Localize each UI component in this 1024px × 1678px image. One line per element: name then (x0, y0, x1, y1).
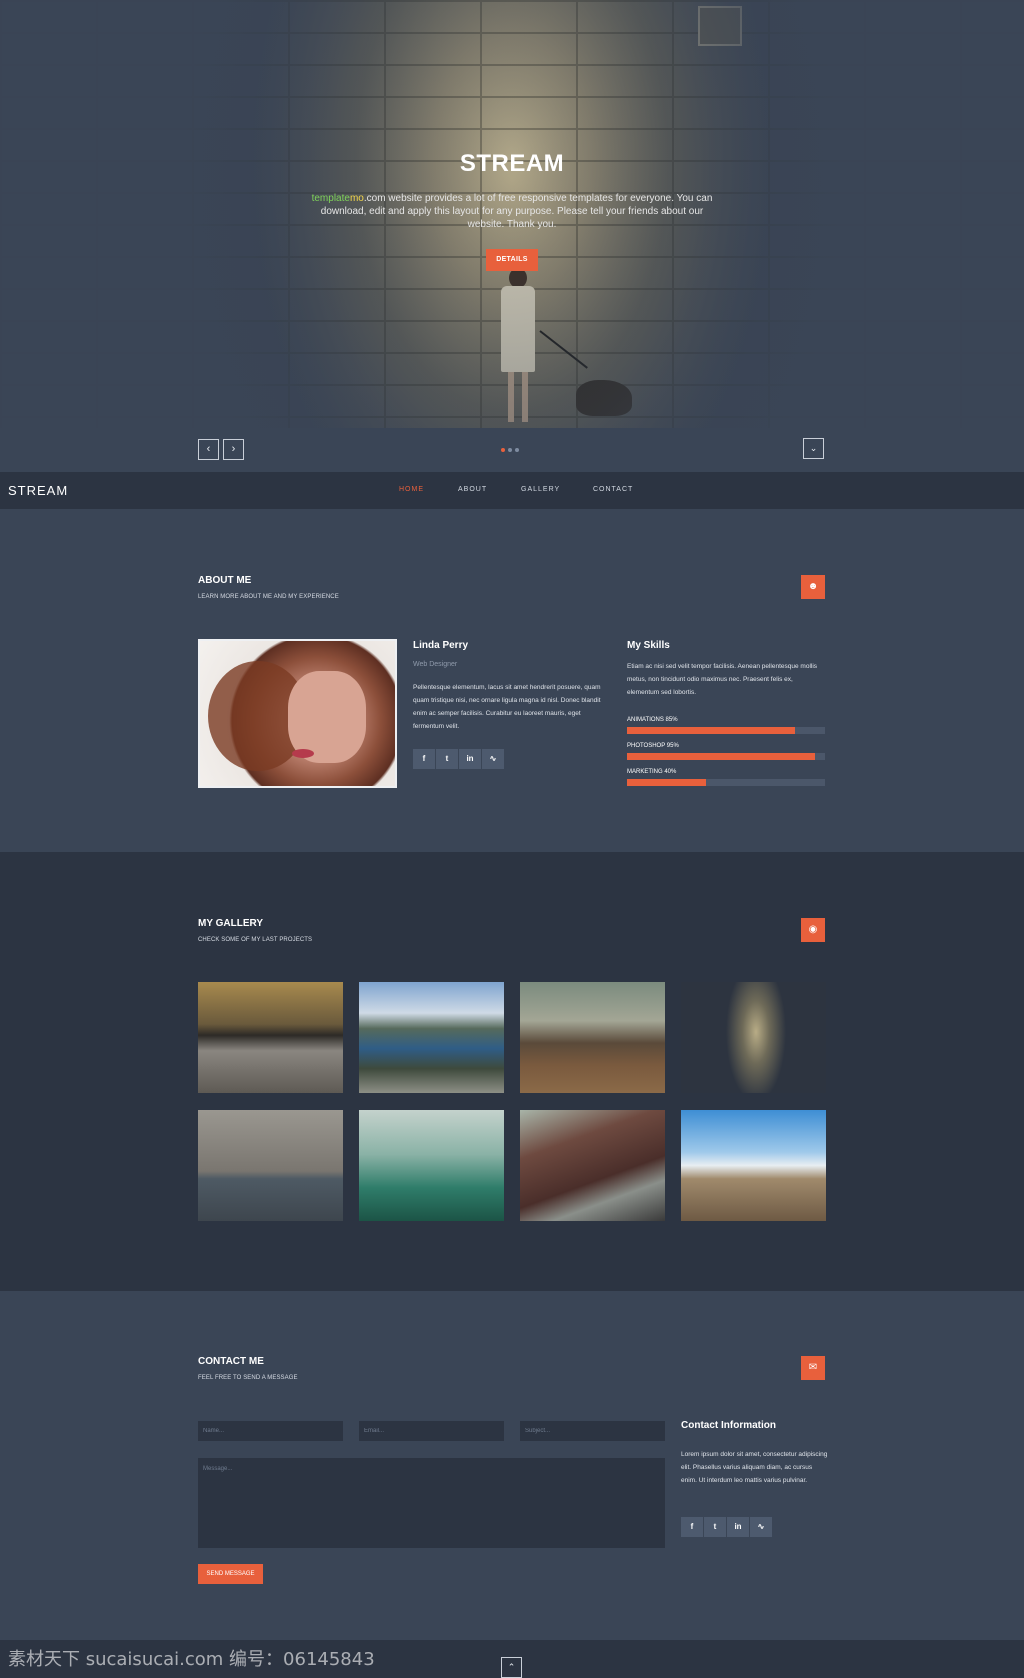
gallery-image-wooden-pier[interactable] (681, 1110, 826, 1221)
nav-item-about[interactable]: ABOUT (458, 486, 487, 493)
profile-photo (198, 639, 397, 788)
envelope-icon: ✉ (801, 1356, 825, 1380)
hero-content: STREAM templatemo.com website provides a… (300, 150, 724, 271)
gallery-section (0, 852, 1024, 1291)
slider-dot[interactable] (508, 448, 512, 452)
gallery-image-rocky-beach[interactable] (198, 982, 343, 1093)
camera-icon: ◉ (801, 918, 825, 942)
hero-text-rest: .com website provides a lot of free resp… (320, 193, 713, 230)
gallery-image-canoe-lake[interactable] (359, 1110, 504, 1221)
gallery-image-volcano-landscape[interactable] (520, 982, 665, 1093)
main-navbar: STREAM HOME ABOUT GALLERY CONTACT (0, 472, 1024, 509)
person-bio: Pellentesque elementum, lacus sit amet h… (413, 684, 601, 730)
chevron-down-icon: ⌄ (809, 443, 818, 453)
hero-text-template[interactable]: template (312, 193, 350, 204)
chevron-right-icon: › (231, 443, 236, 455)
linkedin-icon[interactable]: in (727, 1517, 749, 1537)
contact-info-text: Lorem ipsum dolor sit amet, consectetur … (681, 1451, 828, 1484)
slider-dot[interactable] (515, 448, 519, 452)
nav-item-contact[interactable]: CONTACT (593, 486, 633, 493)
gallery-image-woman-brick-wall[interactable] (681, 982, 826, 1093)
gallery-image-wooden-room[interactable] (198, 1110, 343, 1221)
hero-banner: STREAM templatemo.com website provides a… (0, 0, 1024, 428)
twitter-icon[interactable]: t (704, 1517, 726, 1537)
user-icon: ☻ (801, 575, 825, 599)
rss-icon[interactable]: ∿ (750, 1517, 772, 1537)
gallery-image-fjord-mountains[interactable] (359, 982, 504, 1093)
facebook-icon[interactable]: f (413, 749, 435, 769)
gallery-image-mountain-road[interactable] (520, 1110, 665, 1221)
slider-next-button[interactable]: › (223, 439, 244, 460)
about-subtitle: LEARN MORE ABOUT ME AND MY EXPERIENCE (198, 594, 339, 600)
skill-bar-animations (627, 727, 825, 734)
scroll-down-button[interactable]: ⌄ (803, 438, 824, 459)
contact-title: CONTACT ME (198, 1356, 264, 1367)
nav-item-home[interactable]: HOME (399, 486, 424, 493)
details-button[interactable]: DETAILS (486, 249, 538, 271)
about-social-links: f t in ∿ (413, 749, 504, 769)
slider-dot[interactable] (501, 448, 505, 452)
message-field[interactable] (198, 1458, 665, 1548)
name-field[interactable] (198, 1421, 343, 1441)
about-title: ABOUT ME (198, 575, 252, 586)
facebook-icon[interactable]: f (681, 1517, 703, 1537)
person-name: Linda Perry (413, 640, 469, 651)
twitter-icon[interactable]: t (436, 749, 458, 769)
watermark-text: 素材天下 sucaisucai.com 编号：06145843 (8, 1649, 375, 1670)
subject-field[interactable] (520, 1421, 665, 1441)
hero-text-mo[interactable]: mo (350, 193, 364, 204)
skill-label-animations: ANIMATIONS 85% (627, 717, 678, 723)
rss-icon[interactable]: ∿ (482, 749, 504, 769)
gallery-title: MY GALLERY (198, 918, 264, 929)
contact-social-links: f t in ∿ (681, 1517, 772, 1537)
nav-item-gallery[interactable]: GALLERY (521, 486, 560, 493)
send-message-button[interactable]: SEND MESSAGE (198, 1564, 263, 1584)
contact-info-title: Contact Information (681, 1420, 776, 1431)
gallery-subtitle: CHECK SOME OF MY LAST PROJECTS (198, 937, 313, 943)
skills-title: My Skills (627, 640, 670, 651)
email-field[interactable] (359, 1421, 504, 1441)
chevron-up-icon: ⌃ (507, 1662, 516, 1672)
back-to-top-button[interactable]: ⌃ (501, 1657, 522, 1678)
skill-label-photoshop: PHOTOSHOP 95% (627, 743, 679, 749)
chevron-left-icon: ‹ (206, 443, 211, 455)
skill-bar-photoshop (627, 753, 825, 760)
site-logo[interactable]: STREAM (8, 483, 68, 498)
linkedin-icon[interactable]: in (459, 749, 481, 769)
contact-subtitle: FEEL FREE TO SEND A MESSAGE (198, 1375, 298, 1381)
slider-dots (501, 448, 519, 452)
skill-bar-marketing (627, 779, 825, 786)
person-role: Web Designer (413, 661, 458, 668)
hero-text: templatemo.com website provides a lot of… (300, 192, 724, 231)
slider-prev-button[interactable]: ‹ (198, 439, 219, 460)
hero-title: STREAM (459, 150, 565, 177)
skills-text: Etiam ac nisi sed velit tempor facilisis… (627, 663, 818, 696)
skill-label-marketing: MARKETING 40% (627, 769, 677, 775)
